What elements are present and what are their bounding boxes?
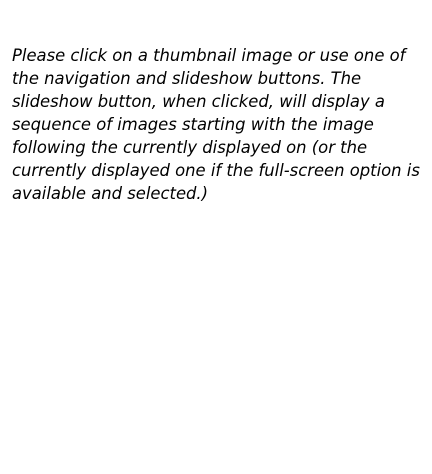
gallery-instructions-panel: Please click on a thumbnail image or use… (0, 0, 432, 474)
instructions-text: Please click on a thumbnail image or use… (12, 46, 420, 203)
